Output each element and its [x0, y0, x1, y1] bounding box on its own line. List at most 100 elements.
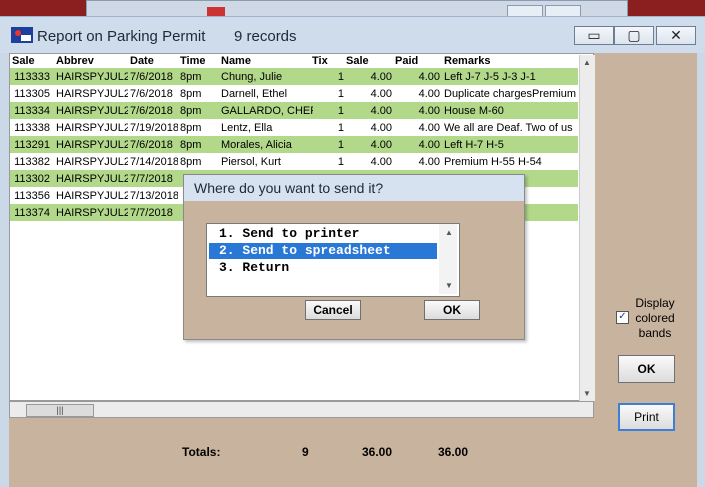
cell-amount: 4.00 — [370, 105, 392, 117]
cell-sale: 113291 — [14, 139, 50, 151]
cell-sale: 113302 — [14, 173, 50, 185]
cell-date: 7/7/2018 — [130, 207, 173, 219]
ok-button[interactable]: OK — [618, 355, 675, 383]
cell-date: 7/14/2018 — [130, 156, 178, 168]
col-header-tix[interactable]: Tix — [312, 53, 336, 69]
col-header-sale[interactable]: Sale — [12, 53, 52, 69]
col-header-remarks[interactable]: Remarks — [444, 53, 514, 69]
cell-sale: 113382 — [14, 156, 50, 168]
destination-listbox[interactable]: 1. Send to printer 2. Send to spreadshee… — [206, 223, 460, 297]
cell-paid: 4.00 — [418, 139, 440, 151]
cell-date: 7/19/2018 — [130, 122, 178, 134]
cell-paid: 4.00 — [418, 105, 440, 117]
table-row[interactable]: 113338 HAIRSPYJUL2(7/19/2018 8pm Lentz, Ell… — [10, 119, 578, 136]
col-header-paid[interactable]: Paid — [395, 53, 425, 69]
cell-abbrev: HAIRSPYJUL2( — [56, 105, 128, 117]
cell-remarks: Left J-7 J-5 J-3 J-1 — [444, 71, 536, 83]
cell-remarks: We all are Deaf. Two of us — [444, 122, 573, 134]
dialog-ok-button[interactable]: OK — [424, 300, 480, 320]
cell-time: 8pm — [180, 139, 202, 151]
cell-sale: 113333 — [14, 71, 50, 83]
cell-sale: 113305 — [14, 88, 50, 100]
cell-abbrev: HAIRSPYJUL2( — [56, 88, 128, 100]
cell-remarks: Premium H-55 H-54 — [444, 156, 542, 168]
table-row[interactable]: 113305 HAIRSPYJUL2(7/6/2018 8pm Darnell, Et… — [10, 85, 578, 102]
minimize-icon: ▭ — [587, 27, 601, 43]
cell-sale: 113334 — [14, 105, 50, 117]
cell-date: 7/13/2018 — [130, 190, 178, 202]
close-icon: ✕ — [670, 27, 682, 43]
table-row[interactable]: 113334 HAIRSPYJUL2(7/6/2018 8pm GALLARDO, C… — [10, 102, 578, 119]
cell-paid: 4.00 — [418, 88, 440, 100]
dialog-cancel-button[interactable]: Cancel — [305, 300, 361, 320]
cell-date: 7/7/2018 — [130, 173, 173, 185]
cell-date: 7/6/2018 — [130, 88, 173, 100]
cell-tix: 1 — [337, 122, 344, 134]
restore-button[interactable]: ▢ — [614, 26, 654, 45]
cell-sale: 113338 — [14, 122, 50, 134]
cell-tix: 1 — [337, 88, 344, 100]
cell-sale: 113356 — [14, 190, 50, 202]
list-item-send-to-spreadsheet[interactable]: 2. Send to spreadsheet — [209, 243, 437, 259]
cell-remarks: House M-60 — [444, 105, 504, 117]
grid-vertical-scrollbar[interactable]: ▲ ▼ — [579, 55, 595, 401]
totals-tix: 9 — [302, 445, 309, 459]
cell-remarks: Duplicate chargesPremium — [444, 88, 577, 100]
cell-tix: 1 — [337, 105, 344, 117]
totals-label: Totals: — [182, 445, 221, 459]
col-header-date[interactable]: Date — [130, 53, 176, 69]
cell-time: 8pm — [180, 71, 202, 83]
col-header-amount[interactable]: Sale — [346, 53, 376, 69]
cell-name: Darnell, Ethel — [221, 88, 288, 100]
cell-abbrev: HAIRSPYJUL2( — [56, 156, 128, 168]
table-row[interactable]: 113291 HAIRSPYJUL2(7/6/2018 8pm Morales, Al… — [10, 136, 578, 153]
cell-date: 7/6/2018 — [130, 71, 173, 83]
list-item-return[interactable]: 3. Return — [209, 260, 437, 276]
list-item-send-to-printer[interactable]: 1. Send to printer — [209, 226, 437, 242]
cell-amount: 4.00 — [370, 88, 392, 100]
col-header-time[interactable]: Time — [180, 53, 218, 69]
cell-amount: 4.00 — [370, 139, 392, 151]
cell-abbrev: HAIRSPYJUL2( — [56, 207, 128, 219]
totals-paid: 36.00 — [438, 445, 469, 459]
grid-header: Sale Abbrev Date Time Name Tix Sale Paid… — [10, 54, 578, 68]
cell-amount: 4.00 — [370, 71, 392, 83]
cell-amount: 4.00 — [370, 156, 392, 168]
cell-name: Piersol, Kurt — [221, 156, 281, 168]
cell-time: 8pm — [180, 122, 202, 134]
table-row[interactable]: 113333 HAIRSPYJUL2(7/6/2018 8pm Chung, Juli… — [10, 68, 578, 85]
print-button[interactable]: Print — [618, 403, 675, 431]
cell-name: Lentz, Ella — [221, 122, 273, 134]
cell-date: 7/6/2018 — [130, 105, 173, 117]
cell-tix: 1 — [337, 139, 344, 151]
table-row[interactable]: 113382 HAIRSPYJUL2(7/14/2018 8pm Piersol, K… — [10, 153, 578, 170]
list-scroll-down-icon[interactable]: ▼ — [445, 281, 453, 290]
cell-abbrev: HAIRSPYJUL2( — [56, 71, 128, 83]
col-header-name[interactable]: Name — [221, 53, 301, 69]
dialog-title: Where do you want to send it? — [184, 175, 524, 201]
cell-time: 8pm — [180, 105, 202, 117]
close-button[interactable]: ✕ — [656, 26, 696, 45]
cell-date: 7/6/2018 — [130, 139, 173, 151]
totals-sale: 36.00 — [362, 445, 393, 459]
cell-abbrev: HAIRSPYJUL2( — [56, 190, 128, 202]
record-count: 9 records — [234, 28, 297, 45]
restore-icon: ▢ — [627, 27, 641, 43]
grid-horizontal-scrollbar[interactable]: ||| — [9, 401, 594, 418]
cell-tix: 1 — [337, 71, 344, 83]
scroll-up-icon[interactable]: ▲ — [583, 58, 591, 67]
title-bar[interactable]: Report on Parking Permit 9 records ▭ ▢ ✕ — [0, 17, 705, 53]
minimize-button[interactable]: ▭ — [574, 26, 614, 45]
col-header-abbrev[interactable]: Abbrev — [56, 53, 126, 69]
cell-tix: 1 — [337, 156, 344, 168]
listbox-scrollbar[interactable]: ▲ ▼ — [439, 224, 457, 294]
window-title: Report on Parking Permit — [37, 28, 206, 45]
scroll-down-icon[interactable]: ▼ — [583, 389, 591, 398]
cell-abbrev: HAIRSPYJUL2( — [56, 122, 128, 134]
horizontal-scroll-thumb[interactable]: ||| — [26, 404, 94, 417]
app-icon — [11, 27, 33, 43]
cell-paid: 4.00 — [418, 156, 440, 168]
cell-name: Chung, Julie — [221, 71, 283, 83]
list-scroll-up-icon[interactable]: ▲ — [445, 228, 453, 237]
display-colored-bands-label: Display colored bands — [635, 296, 675, 340]
